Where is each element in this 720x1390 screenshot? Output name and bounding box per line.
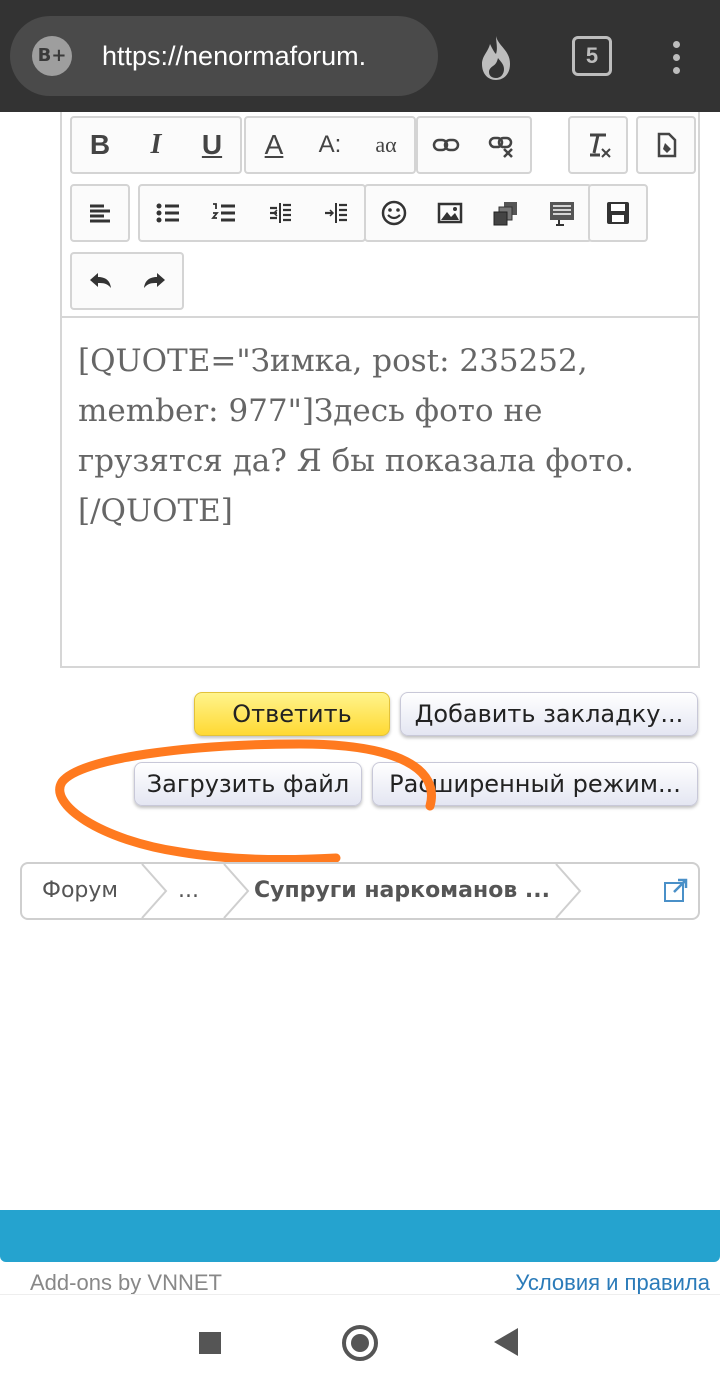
toolbar-group-align [70, 184, 130, 242]
indent-icon[interactable] [308, 186, 364, 240]
toolbar-group-font: A A: aα [244, 116, 416, 174]
chevron-right-icon [555, 864, 582, 918]
open-external-icon[interactable] [662, 876, 690, 904]
browser-toolbar: B+ https://nenormaforum. 5 [0, 0, 720, 112]
toolbar-group-save [588, 184, 648, 242]
underline-icon[interactable]: U [184, 118, 240, 172]
terms-link[interactable]: Условия и правила [515, 1270, 710, 1296]
quote-icon[interactable] [534, 186, 590, 240]
editor-toolbar: B I U A A: aα [60, 112, 700, 316]
numbered-list-icon[interactable] [196, 186, 252, 240]
outdent-icon[interactable] [252, 186, 308, 240]
breadcrumb: Форум ... Супруги наркоманов ... [20, 862, 700, 920]
advanced-mode-button[interactable]: Расширенный режим... [372, 762, 698, 806]
toolbar-group-text-style: B I U [70, 116, 242, 174]
footer-bar [0, 1210, 720, 1262]
toggle-bbcode-icon[interactable] [638, 118, 694, 172]
font-size-icon[interactable]: A: [302, 118, 358, 172]
chevron-right-icon [223, 864, 250, 918]
bullet-list-icon[interactable] [140, 186, 196, 240]
back-icon[interactable] [494, 1328, 518, 1356]
site-badge-icon[interactable]: B+ [32, 36, 72, 76]
system-navigation-bar [0, 1294, 720, 1390]
italic-icon[interactable]: I [128, 118, 184, 172]
bookmark-button[interactable]: Добавить закладку... [400, 692, 698, 736]
breadcrumb-item-forum[interactable]: Форум [42, 864, 118, 918]
menu-kebab-icon[interactable] [664, 38, 688, 78]
undo-icon[interactable] [72, 254, 127, 308]
address-bar[interactable]: B+ https://nenormaforum. [10, 16, 438, 96]
tab-switcher-button[interactable]: 5 [572, 36, 612, 76]
breadcrumb-item-current[interactable]: Супруги наркоманов ... [254, 864, 550, 918]
url-text[interactable]: https://nenormaforum. [102, 16, 432, 96]
toolbar-group-lists [138, 184, 366, 242]
footer-addons-text: Add-ons by VNNET [30, 1270, 222, 1295]
fire-icon[interactable] [474, 34, 518, 82]
message-editor[interactable]: [QUOTE="Зимка, post: 235252, member: 977… [60, 316, 700, 668]
bold-icon[interactable]: B [72, 118, 128, 172]
image-icon[interactable] [422, 186, 478, 240]
font-family-icon[interactable]: aα [358, 118, 414, 172]
toolbar-group-links [416, 116, 532, 174]
editor-text[interactable]: [QUOTE="Зимка, post: 235252, member: 977… [78, 336, 682, 536]
toolbar-group-history [70, 252, 184, 310]
toolbar-group-bbcode [636, 116, 696, 174]
home-icon[interactable] [342, 1325, 378, 1361]
smilies-icon[interactable] [366, 186, 422, 240]
upload-file-button[interactable]: Загрузить файл [134, 762, 362, 806]
media-icon[interactable] [478, 186, 534, 240]
font-color-icon[interactable]: A [246, 118, 302, 172]
chevron-right-icon [141, 864, 168, 918]
remove-format-icon[interactable] [570, 118, 626, 172]
breadcrumb-item-ellipsis[interactable]: ... [178, 864, 199, 918]
toolbar-group-remove-format [568, 116, 628, 174]
toolbar-group-insert [364, 184, 592, 242]
link-icon[interactable] [418, 118, 474, 172]
align-icon[interactable] [72, 186, 128, 240]
redo-icon[interactable] [127, 254, 182, 308]
recents-icon[interactable] [199, 1332, 221, 1354]
unlink-icon[interactable] [474, 118, 530, 172]
save-draft-icon[interactable] [590, 186, 646, 240]
reply-button[interactable]: Ответить [194, 692, 390, 736]
